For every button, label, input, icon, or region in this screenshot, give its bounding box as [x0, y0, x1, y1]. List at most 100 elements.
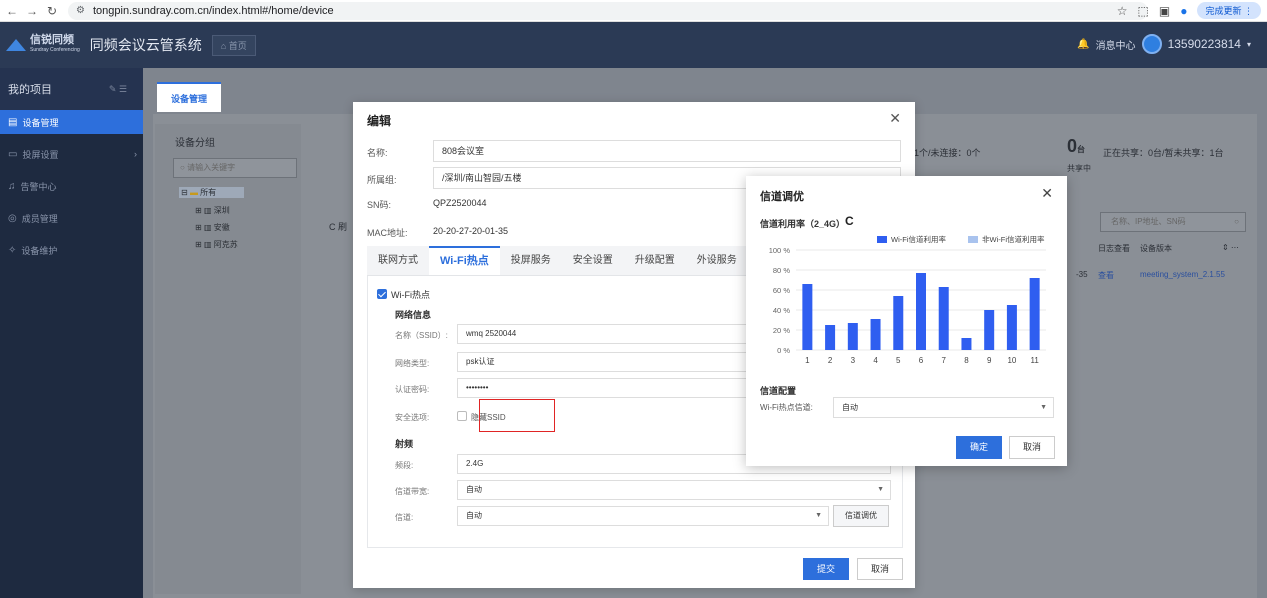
device-search-placeholder: 名称、IP地址、SN码 — [1111, 217, 1186, 226]
address-bar[interactable]: ⚙ tongpin.sundray.com.cn/index.html#/hom… — [68, 1, 1148, 20]
hotspot-channel-select[interactable]: 自动 ▼ — [833, 397, 1054, 418]
hotspot-channel-value: 自动 — [842, 403, 858, 412]
sidebar-item-device[interactable]: ▤ 设备管理 — [0, 110, 143, 134]
ssid-input[interactable]: wmq 2520044 — [457, 324, 747, 344]
share-text: 正在共享：0台/暂未共享：1台 — [1103, 148, 1224, 158]
sidebar-item-maintain[interactable]: ✧ 设备维护 — [0, 238, 143, 262]
tab-device-management[interactable]: 设备管理 — [157, 82, 221, 112]
password-input[interactable]: •••••••• — [457, 378, 747, 398]
logo-brand: 信锐同频 Sundray Conferencing — [30, 35, 80, 55]
avatar[interactable] — [1141, 34, 1162, 54]
group-title: 设备分组 — [175, 138, 215, 149]
confirm-button[interactable]: 确定 — [956, 436, 1002, 459]
forward-icon[interactable]: → — [24, 4, 40, 18]
x-tick-label: 3 — [851, 356, 856, 365]
profile-icon[interactable]: ● — [1180, 4, 1187, 18]
close-icon[interactable]: ✕ — [889, 110, 901, 127]
row-view-link[interactable]: 查看 — [1098, 270, 1114, 281]
sidepanel-icon[interactable]: ▣ — [1159, 4, 1170, 18]
y-tick-label: 0 % — [777, 346, 790, 355]
update-button[interactable]: 完成更新 ⋮ — [1197, 2, 1261, 19]
x-tick-label: 5 — [896, 356, 901, 365]
sidebar-item-cast[interactable]: ▭ 投屏设置 › — [0, 142, 143, 166]
bookmark-star-icon[interactable]: ☆ — [1117, 4, 1128, 18]
column-settings-icon[interactable]: ⇕ ⋯ — [1222, 243, 1239, 252]
browser-toolbar: ← → ↻ ⚙ tongpin.sundray.com.cn/index.htm… — [0, 0, 1267, 22]
tree-node-label: 所有 — [200, 188, 217, 197]
bar-wifi — [825, 325, 836, 350]
share-count-value: 0 — [1067, 136, 1078, 156]
net-type-select[interactable]: psk认证 — [457, 352, 747, 372]
modal-cancel-button[interactable]: 取消 — [1009, 436, 1055, 459]
bar-wifi — [938, 287, 949, 350]
sidebar-item-member[interactable]: ◎ 成员管理 — [0, 206, 143, 230]
building-icon: ▥ — [203, 223, 212, 232]
tab-cast-service[interactable]: 投屏服务 — [500, 246, 562, 275]
refresh-icon[interactable]: C — [845, 214, 854, 228]
x-tick-label: 7 — [942, 356, 947, 365]
close-icon[interactable]: ✕ — [1041, 185, 1053, 202]
member-icon: ◎ — [8, 212, 17, 224]
name-input[interactable]: 808会议室 — [433, 140, 901, 162]
cast-icon: ▭ — [8, 148, 18, 160]
checkbox-unchecked-icon — [457, 411, 467, 421]
tree-node-all[interactable]: ⊟ ▬ 所有 — [179, 187, 245, 198]
group-search-placeholder: 请输入关键字 — [187, 163, 236, 172]
home-tab-label: 首页 — [228, 40, 247, 51]
config-title: 信道配置 — [760, 386, 797, 396]
tree-node-label: 阿克苏 — [213, 240, 238, 249]
bar-wifi — [870, 319, 881, 350]
submit-button[interactable]: 提交 — [803, 558, 849, 580]
back-icon[interactable]: ← — [4, 4, 20, 18]
x-tick-label: 8 — [964, 356, 969, 365]
extensions-icon[interactable]: ⬚ — [1138, 4, 1149, 18]
rf-title: 射频 — [395, 439, 414, 449]
site-settings-icon[interactable]: ⚙ — [76, 5, 85, 16]
refresh-label[interactable]: C 刷 — [329, 220, 347, 233]
tab-security[interactable]: 安全设置 — [562, 246, 624, 275]
checkbox-checked-icon — [377, 289, 387, 299]
sidebar-item-label: 设备管理 — [22, 117, 59, 128]
channel-optimize-button[interactable]: 信道调优 — [833, 505, 889, 527]
bandwidth-value: 自动 — [466, 485, 482, 494]
sn-value: QPZ2520044 — [433, 198, 487, 208]
wrench-icon: ✧ — [8, 244, 17, 256]
channel-label: 信道: — [395, 513, 414, 522]
name-label: 名称: — [367, 148, 388, 158]
bar-wifi — [847, 323, 858, 350]
chevron-down-icon[interactable]: ▾ — [1247, 40, 1251, 49]
x-tick-label: 9 — [987, 356, 992, 365]
network-info-title: 网络信息 — [395, 310, 432, 320]
tab-peripheral[interactable]: 外设服务 — [686, 246, 748, 275]
bell-icon[interactable]: 🔔 — [1077, 39, 1089, 50]
sidebar-item-alarm[interactable]: ♫ 告警中心 — [0, 174, 143, 198]
reload-icon[interactable]: ↻ — [44, 4, 60, 18]
tree-node-akesu[interactable]: ⊞ ▥ 阿克苏 — [195, 239, 238, 250]
x-tick-label: 2 — [828, 356, 833, 365]
tab-wifi-hotspot[interactable]: Wi-Fi热点 — [429, 246, 500, 275]
message-center-link[interactable]: 消息中心 — [1096, 37, 1136, 52]
y-tick-label: 40 % — [773, 306, 790, 315]
home-tab[interactable]: ⌂ 首页 — [211, 34, 256, 56]
channel-select[interactable]: 自动 ▼ — [457, 506, 829, 526]
user-phone[interactable]: 13590223814 — [1168, 37, 1241, 51]
net-type-label: 网络类型: — [395, 359, 430, 368]
wifi-hotspot-checkbox[interactable]: Wi-Fi热点 — [377, 288, 430, 301]
tab-upgrade[interactable]: 升级配置 — [624, 246, 686, 275]
tab-network[interactable]: 联网方式 — [367, 246, 429, 275]
cancel-button[interactable]: 取消 — [857, 558, 903, 580]
group-search-input[interactable]: ○ 请输入关键字 — [173, 158, 297, 178]
tree-node-shenzhen[interactable]: ⊞ ▥ 深圳 — [195, 205, 230, 216]
bell-icon: ♫ — [8, 180, 16, 192]
tree-node-label: 深圳 — [213, 206, 230, 215]
row-version: meeting_system_2.1.55 — [1140, 270, 1225, 279]
security-label: 安全选项: — [395, 413, 430, 422]
edit-collapse-icon[interactable]: ✎ ☰ — [109, 84, 127, 95]
device-search-input[interactable]: 名称、IP地址、SN码 ○ — [1100, 212, 1246, 232]
mac-value: 20-20-27-20-01-35 — [433, 226, 509, 236]
share-label: 共享中 — [1067, 164, 1091, 173]
bar-wifi — [893, 296, 904, 350]
stats-text: 1个/未连接：0个 — [914, 148, 981, 158]
tree-node-anhui[interactable]: ⊞ ▥ 安徽 — [195, 222, 230, 233]
bandwidth-select[interactable]: 自动 ▼ — [457, 480, 891, 500]
